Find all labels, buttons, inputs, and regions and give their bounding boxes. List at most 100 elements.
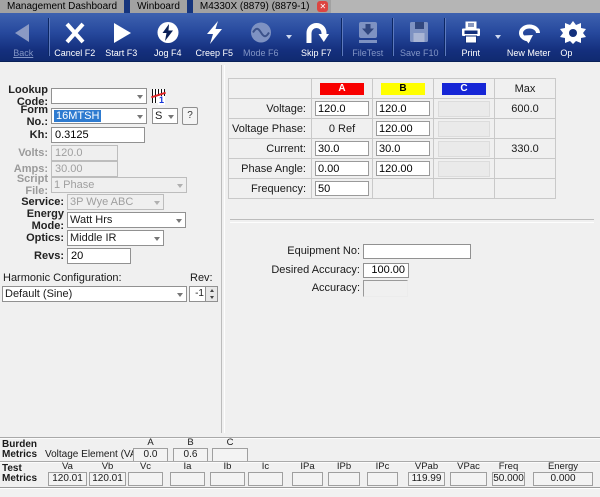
script-file-combo: 1 Phase — [51, 177, 187, 193]
ipb-field — [328, 472, 360, 486]
phase-angle-c-disabled — [438, 161, 490, 177]
test-col-ic: Ic — [248, 462, 283, 486]
mode-dropdown-arrow[interactable] — [284, 13, 293, 61]
options-button[interactable]: Op — [554, 13, 600, 61]
jog-button[interactable]: Jog F4 — [145, 13, 192, 61]
current-c-disabled — [438, 141, 490, 157]
chevron-down-icon — [168, 115, 174, 119]
frequency-a-input[interactable] — [315, 181, 369, 196]
main-toolbar: Back Cancel F2 Start F3 Jog F4 Creep F5 … — [0, 13, 600, 62]
voltage-phase-c-disabled — [438, 121, 490, 137]
burden-a-field[interactable]: 0.0 — [133, 448, 168, 462]
burden-c-field[interactable] — [212, 448, 248, 462]
accuracy-row: Accuracy: — [210, 280, 408, 296]
optics-row: Optics: Middle IR — [2, 230, 164, 246]
phase-angle-max — [495, 159, 556, 179]
phase-a-chip: A — [320, 83, 364, 95]
tab-close-icon[interactable]: ✕ — [317, 1, 328, 12]
current-b-input[interactable] — [376, 141, 430, 156]
form-no-help-button[interactable]: ? — [182, 107, 198, 125]
burden-b-field[interactable]: 0.6 — [173, 448, 208, 462]
phase-angle-a-input[interactable] — [315, 161, 369, 176]
test-col-freq: Freq 50.000 — [492, 462, 525, 486]
new-meter-button[interactable]: New Meter — [503, 13, 554, 61]
printer-icon — [459, 17, 483, 48]
window-tab-strip: Management Dashboard Winboard M4330X (88… — [0, 0, 600, 13]
row-label: Voltage Phase: — [229, 119, 312, 139]
toolbar-separator — [393, 18, 394, 56]
desired-accuracy-input[interactable] — [363, 263, 409, 278]
phase-angle-row: Phase Angle: — [229, 159, 556, 179]
lightning-icon — [202, 17, 226, 48]
rev-spinner-value[interactable]: -1 — [189, 286, 206, 302]
energy-field: 0.000 — [533, 472, 593, 486]
play-icon — [109, 17, 133, 48]
chevron-down-icon — [176, 219, 182, 223]
form-no-row: Form No.: 16MTSH S ? — [2, 108, 198, 124]
burden-col-a: A 0.0 — [133, 438, 168, 462]
voltage-phase-b-input[interactable] — [376, 121, 430, 136]
mode-button: Mode F6 — [238, 13, 285, 61]
creep-button[interactable]: Creep F5 — [191, 13, 238, 61]
kh-input[interactable] — [51, 127, 145, 143]
revs-row: Revs: — [2, 248, 131, 264]
cancel-button[interactable]: Cancel F2 — [52, 13, 99, 61]
chevron-down-icon — [177, 293, 183, 297]
voltage-a-input[interactable] — [315, 101, 369, 116]
desired-accuracy-row: Desired Accuracy: — [210, 262, 409, 278]
form-no-combo[interactable]: 16MTSH — [51, 108, 147, 124]
energy-mode-row: Energy Mode: Watt Hrs — [2, 212, 186, 228]
volts-row: Volts: — [2, 145, 118, 161]
uturn-arrow-icon — [303, 17, 329, 48]
tab-m4330x[interactable]: M4330X (8879) (8879-1) — [193, 0, 317, 13]
voltage-phase-max — [495, 119, 556, 139]
form-no-s-combo[interactable]: S — [152, 108, 178, 124]
barcode-icon[interactable] — [152, 89, 165, 103]
burden-metrics-bar: BurdenMetrics Voltage Element (VA): A 0.… — [0, 437, 600, 462]
row-label: Phase Angle: — [229, 159, 312, 179]
va-field: 120.01 — [48, 472, 87, 486]
lookup-code-row: Lookup Code: — [2, 88, 165, 104]
voltage-phase-row: Voltage Phase: 0 Ref — [229, 119, 556, 139]
optics-combo[interactable]: Middle IR — [67, 230, 164, 246]
equipment-no-input[interactable] — [363, 244, 471, 259]
ib-field — [210, 472, 245, 486]
chevron-down-icon — [177, 184, 183, 188]
current-a-input[interactable] — [315, 141, 369, 156]
cancel-x-icon — [63, 17, 87, 48]
frequency-row: Frequency: — [229, 179, 556, 199]
mode-wave-icon — [249, 17, 273, 48]
print-button[interactable]: Print — [447, 13, 494, 61]
burden-col-c: C — [212, 438, 248, 462]
print-dropdown-arrow[interactable] — [494, 13, 503, 61]
phase-settings-table: A B C Max Voltage: 600.0 Voltage Phase: … — [228, 78, 556, 199]
harmonic-configuration-combo[interactable]: Default (Sine) — [2, 286, 187, 302]
revs-input[interactable] — [67, 248, 131, 264]
tab-management-dashboard[interactable]: Management Dashboard — [0, 0, 124, 13]
vpac-field — [450, 472, 487, 486]
test-col-vpab: VPab 119.99 — [408, 462, 445, 486]
chevron-down-icon — [154, 237, 160, 241]
test-metrics-title: TestMetrics — [2, 464, 37, 484]
start-button[interactable]: Start F3 — [98, 13, 145, 61]
voltage-b-input[interactable] — [376, 101, 430, 116]
return-arrow-icon — [516, 17, 542, 48]
lookup-code-combo[interactable] — [51, 88, 147, 104]
tab-winboard[interactable]: Winboard — [130, 0, 187, 13]
test-col-vb: Vb 120.01 — [89, 462, 126, 486]
test-col-va: Va 120.01 — [48, 462, 87, 486]
row-label: Voltage: — [229, 99, 312, 119]
current-row: Current: 330.0 — [229, 139, 556, 159]
chevron-down-icon — [154, 201, 160, 205]
voltage-max: 600.0 — [495, 99, 556, 119]
phase-angle-b-input[interactable] — [376, 161, 430, 176]
skip-button[interactable]: Skip F7 — [293, 13, 340, 61]
voltage-element-label: Voltage Element (VA): — [45, 449, 143, 460]
voltage-row: Voltage: 600.0 — [229, 99, 556, 119]
back-arrow-icon — [11, 17, 35, 48]
horizontal-divider — [230, 219, 594, 223]
ipa-field — [292, 472, 323, 486]
energy-mode-combo[interactable]: Watt Hrs — [67, 212, 186, 228]
filetest-inbox-icon — [356, 17, 380, 48]
vb-field: 120.01 — [89, 472, 126, 486]
